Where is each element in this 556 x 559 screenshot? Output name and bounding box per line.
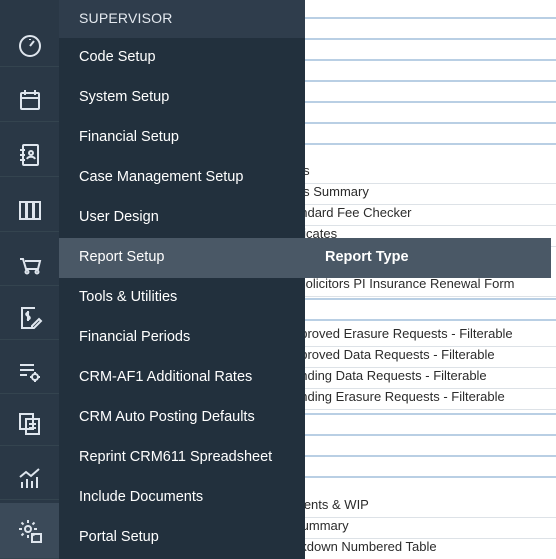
menu-item-user-design[interactable]: User Design [59, 198, 305, 238]
report-row[interactable]: ending Data Requests - Filterable [305, 368, 556, 389]
analytics-icon [18, 467, 40, 488]
report-row[interactable]: pproved Data Requests - Filterable [305, 347, 556, 368]
report-row[interactable]: Solicitors PI Insurance Renewal Form [305, 276, 556, 297]
report-row[interactable]: ending Erasure Requests - Filterable [305, 389, 556, 410]
calendar-icon [19, 89, 40, 110]
report-row[interactable]: andard Fee Checker [305, 205, 556, 226]
row-separator [305, 38, 556, 40]
menu-item-reprint-crm611-spreadsheet[interactable]: Reprint CRM611 Spreadsheet [59, 438, 305, 478]
report-row[interactable]: sts Summary [305, 184, 556, 205]
row-separator [305, 59, 556, 61]
documents-icon [18, 412, 40, 435]
menu-item-portal-setup[interactable]: Portal Setup [59, 518, 305, 558]
menu-item-report-setup[interactable]: Report Setup [59, 238, 305, 278]
icon-rail [0, 0, 59, 559]
settings-cog-icon [18, 519, 42, 543]
rail-list-settings[interactable] [0, 350, 59, 394]
submenu-item-report-type[interactable]: Report Type [305, 238, 551, 278]
background-report-list: sts sts Summary andard Fee Checker olica… [305, 0, 556, 559]
menu-item-financial-setup[interactable]: Financial Setup [59, 118, 305, 158]
row-separator [305, 298, 556, 300]
row-separator [305, 17, 556, 19]
report-row[interactable]: sts [305, 163, 556, 184]
report-row[interactable]: ments & WIP [305, 497, 556, 518]
menu-item-case-management-setup[interactable]: Case Management Setup [59, 158, 305, 198]
menu-item-crm-auto-posting-defaults[interactable]: CRM Auto Posting Defaults [59, 398, 305, 438]
row-separator [305, 434, 556, 436]
report-row[interactable]: akdown Numbered Table [305, 539, 556, 559]
rail-basket[interactable] [0, 242, 59, 286]
row-separator [305, 455, 556, 457]
row-separator [305, 476, 556, 478]
menu-item-financial-periods[interactable]: Financial Periods [59, 318, 305, 358]
library-books-icon [18, 200, 41, 220]
menu-item-code-setup[interactable]: Code Setup [59, 38, 305, 78]
rail-settings[interactable] [0, 503, 59, 559]
menu-item-system-setup[interactable]: System Setup [59, 78, 305, 118]
row-separator [305, 122, 556, 124]
billing-edit-icon [20, 306, 42, 329]
rail-billing[interactable] [0, 296, 59, 340]
row-separator [305, 80, 556, 82]
menu-header: SUPERVISOR [59, 0, 305, 38]
basket-icon [19, 257, 41, 274]
rail-dashboard[interactable] [0, 25, 59, 67]
supervisor-menu: SUPERVISOR Code Setup System Setup Finan… [59, 0, 305, 559]
row-separator [305, 319, 556, 321]
rail-documents[interactable] [0, 402, 59, 446]
contacts-book-icon [19, 143, 39, 166]
menu-item-tools-utilities[interactable]: Tools & Utilities [59, 278, 305, 318]
rail-contacts[interactable] [0, 133, 59, 177]
dashboard-icon [18, 34, 41, 57]
row-separator [305, 101, 556, 103]
report-row[interactable]: pproved Erasure Requests - Filterable [305, 326, 556, 347]
row-separator [305, 143, 556, 145]
list-settings-icon [19, 363, 40, 382]
menu-item-crm-af1-additional-rates[interactable]: CRM-AF1 Additional Rates [59, 358, 305, 398]
rail-calendar[interactable] [0, 78, 59, 122]
rail-analytics[interactable] [0, 456, 59, 500]
report-row[interactable]: Summary [305, 518, 556, 539]
menu-item-include-documents[interactable]: Include Documents [59, 478, 305, 518]
rail-library[interactable] [0, 188, 59, 232]
row-separator [305, 413, 556, 415]
